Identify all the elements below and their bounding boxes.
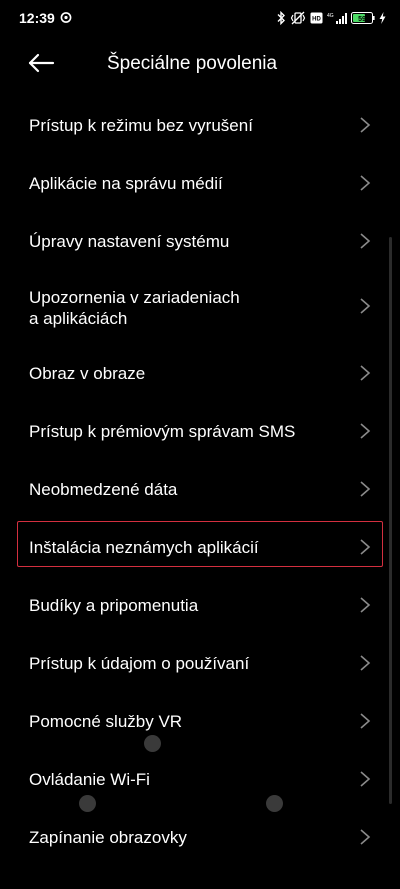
battery-level: 59 xyxy=(358,16,366,23)
item-label: Zapínanie obrazovky xyxy=(29,828,187,847)
selection-highlight xyxy=(17,521,383,567)
header: Špeciálne povolenia xyxy=(0,36,400,92)
list-item-usage-access[interactable]: Prístup k údajom o používaní xyxy=(0,634,400,692)
chevron-right-icon xyxy=(360,771,371,787)
page-title: Špeciálne povolenia xyxy=(107,53,278,74)
status-time: 12:39 xyxy=(19,10,55,26)
chevron-right-icon xyxy=(360,365,371,381)
item-label: Úpravy nastavení systému xyxy=(29,232,230,251)
back-button[interactable] xyxy=(24,48,58,78)
svg-text:4G: 4G xyxy=(327,13,334,19)
battery-icon: 59 xyxy=(351,12,375,24)
item-label: Prístup k údajom o používaní xyxy=(29,654,250,673)
item-label-line2: a aplikáciách xyxy=(29,309,128,328)
volte-icon: HD xyxy=(310,12,323,24)
scrollbar[interactable] xyxy=(389,237,392,804)
chevron-right-icon xyxy=(360,233,371,249)
list-item-dnd-access[interactable]: Prístup k režimu bez vyrušení xyxy=(0,96,400,154)
list-item-premium-sms[interactable]: Prístup k prémiovým správam SMS xyxy=(0,402,400,460)
status-bar: 12:39 HD 4G 59 xyxy=(0,0,400,36)
item-label: Ovládanie Wi-Fi xyxy=(29,770,150,789)
status-icons: HD 4G 59 xyxy=(276,10,386,26)
chevron-right-icon xyxy=(360,597,371,613)
item-label: Neobmedzené dáta xyxy=(29,480,178,499)
item-label: Obraz v obraze xyxy=(29,364,146,383)
chevron-right-icon xyxy=(360,481,371,497)
chevron-right-icon xyxy=(360,117,371,133)
list-item-alarms-reminders[interactable]: Budíky a pripomenutia xyxy=(0,576,400,634)
notification-icon xyxy=(60,12,72,23)
list-item-screen-wake[interactable]: Zapínanie obrazovky xyxy=(0,808,400,866)
item-label: Budíky a pripomenutia xyxy=(29,596,199,615)
touch-indicator xyxy=(144,735,161,752)
arrow-left-icon xyxy=(28,53,55,73)
list-item-modify-system-settings[interactable]: Úpravy nastavení systému xyxy=(0,212,400,270)
item-label: Pomocné služby VR xyxy=(29,712,183,731)
list-item-unrestricted-data[interactable]: Neobmedzené dáta xyxy=(0,460,400,518)
signal-icon: 4G xyxy=(327,12,347,24)
touch-indicator xyxy=(266,795,283,812)
item-label: Prístup k režimu bez vyrušení xyxy=(29,116,253,135)
chevron-right-icon xyxy=(360,175,371,191)
list-item-vr-helper-services[interactable]: Pomocné služby VR xyxy=(0,692,400,750)
chevron-right-icon xyxy=(360,423,371,439)
svg-text:HD: HD xyxy=(312,17,321,23)
item-label: Prístup k prémiovým správam SMS xyxy=(29,422,296,441)
item-label: Aplikácie na správu médií xyxy=(29,174,223,193)
bluetooth-icon xyxy=(277,11,285,25)
chevron-right-icon xyxy=(360,298,371,314)
list-item-device-app-notifications[interactable]: Upozornenia v zariadeniach a aplikáciách xyxy=(0,270,400,344)
vibrate-icon xyxy=(290,11,306,25)
item-label-line1: Upozornenia v zariadeniach xyxy=(29,288,240,307)
list-item-wifi-control[interactable]: Ovládanie Wi-Fi xyxy=(0,750,400,808)
chevron-right-icon xyxy=(360,713,371,729)
touch-indicator xyxy=(79,795,96,812)
chevron-right-icon xyxy=(360,655,371,671)
list-item-picture-in-picture[interactable]: Obraz v obraze xyxy=(0,344,400,402)
charging-icon xyxy=(379,12,386,24)
chevron-right-icon xyxy=(360,829,371,845)
list-item-media-management[interactable]: Aplikácie na správu médií xyxy=(0,154,400,212)
